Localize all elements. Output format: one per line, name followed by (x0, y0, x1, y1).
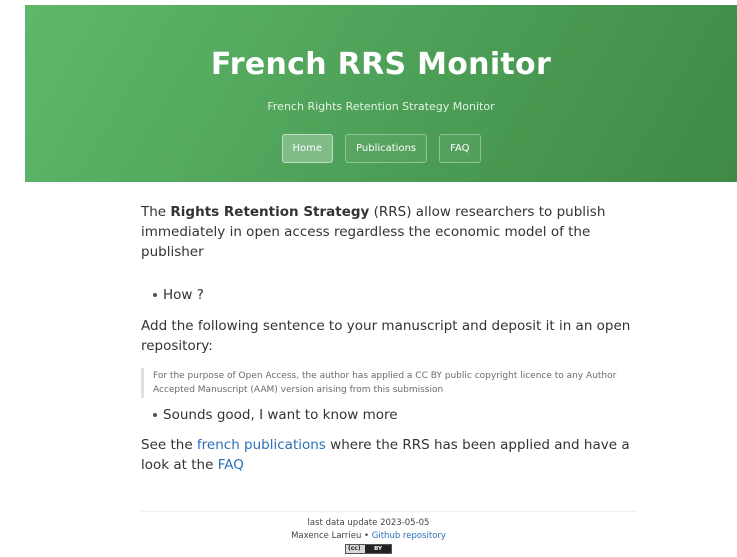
credits-separator: • (361, 531, 372, 541)
list-item-how-label: How ? (163, 287, 204, 303)
footer: last data update 2023-05-05 Maxence Larr… (0, 517, 737, 557)
list-item-sounds-good[interactable]: Sounds good, I want to know more (141, 405, 636, 425)
author-name: Maxence Larrieu (291, 531, 362, 541)
main-content: The Rights Retention Strategy (RRS) allo… (141, 202, 636, 475)
hero-header: French RRS Monitor French Rights Retenti… (25, 5, 737, 182)
french-publications-link[interactable]: french publications (197, 437, 326, 453)
site-subtitle: French Rights Retention Strategy Monitor (267, 100, 495, 113)
cc-icon: (cc) (348, 545, 361, 552)
footer-divider (141, 511, 636, 512)
license-line: (cc) BY (0, 543, 737, 557)
nav-faq-button[interactable]: FAQ (439, 134, 481, 163)
cc-by-license-badge[interactable]: (cc) BY (345, 544, 392, 554)
last-update-text: last data update 2023-05-05 (307, 518, 430, 528)
github-repository-link[interactable]: Github repository (372, 531, 446, 541)
list-item-how[interactable]: How ? (141, 285, 636, 305)
faq-link[interactable]: FAQ (218, 457, 244, 473)
see-prefix: See the (141, 437, 197, 453)
main-nav: Home Publications FAQ (25, 134, 737, 163)
site-title: French RRS Monitor (210, 47, 552, 82)
see-publications-paragraph: See the french publications where the RR… (141, 435, 636, 475)
by-icon: BY (365, 545, 391, 553)
list-item-sounds-good-label: Sounds good, I want to know more (163, 407, 398, 423)
intro-paragraph: The Rights Retention Strategy (RRS) allo… (141, 202, 636, 262)
nav-home-button[interactable]: Home (281, 134, 334, 163)
credits-line: Maxence Larrieu • Github repository (0, 530, 737, 543)
intro-prefix: The (141, 204, 171, 220)
rrs-strong: Rights Retention Strategy (170, 204, 370, 220)
add-sentence-paragraph: Add the following sentence to your manus… (141, 318, 631, 354)
page: French RRS Monitor French Rights Retenti… (0, 0, 737, 557)
rrs-sentence-quote: For the purpose of Open Access, the auth… (141, 368, 636, 398)
nav-publications-button[interactable]: Publications (345, 134, 428, 163)
